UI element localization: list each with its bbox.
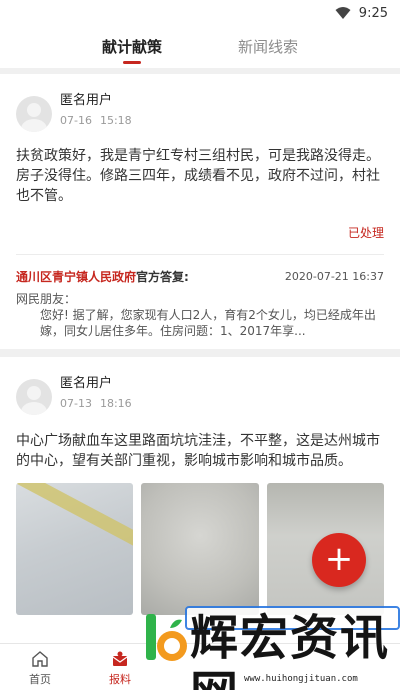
reply-org: 通川区青宁镇人民政府 — [16, 269, 137, 284]
nav-label: 报料 — [109, 673, 131, 686]
post-timestamp: 07-13 18:16 — [60, 397, 132, 410]
section-divider — [0, 349, 400, 357]
reply-greeting: 网民朋友： — [16, 292, 77, 306]
status-badge: 已处理 — [347, 226, 384, 240]
reply-title: 通川区青宁镇人民政府官方答复: — [16, 268, 189, 285]
post-time: 15:18 — [99, 114, 132, 127]
post-timestamp: 07-16 15:18 — [60, 114, 132, 127]
post-body: 中心广场献血车这里路面坑坑洼洼，不平整，这是达州城市的中心，望有关部门重视，影响… — [16, 433, 380, 469]
nav-item-home[interactable]: 首页 — [0, 644, 80, 690]
post-time: 18:16 — [99, 397, 132, 410]
reply-date: 2020-07-21 16:37 — [284, 269, 384, 283]
reply-body: 网民朋友： 您好! 据了解，您家现有人口2人，育有2个女儿，均已经成年出嫁，同女… — [16, 291, 384, 339]
post-meta: 匿名用户 07-16 15:18 — [60, 92, 132, 127]
watermark-url: www.huihongjituan.com — [244, 674, 358, 684]
post-photo[interactable] — [16, 483, 134, 615]
watermark-logo-icon — [146, 614, 187, 661]
post-date: 07-13 — [60, 397, 92, 410]
post-date: 07-16 — [60, 114, 92, 127]
reply-text: 您好! 据了解，您家现有人口2人，育有2个女儿，均已经成年出嫁，同女儿居住多年。… — [40, 308, 376, 338]
post-body: 扶贫政策好，我是青宁红专村三组村民，可是我路没得走。房子没得住。修路三四年，成绩… — [16, 148, 380, 204]
post-meta: 匿名用户 07-13 18:16 — [60, 375, 132, 410]
add-post-button[interactable]: + — [312, 533, 366, 587]
photo-detail — [16, 483, 134, 552]
report-icon — [112, 651, 128, 666]
post-username: 匿名用户 — [60, 376, 113, 391]
status-time: 9:25 — [358, 5, 388, 21]
nav-label: 首页 — [29, 673, 51, 686]
watermark: 辉宏资讯网 www.huihongjituan.com — [140, 598, 400, 690]
reply-suffix: 官方答复: — [136, 269, 189, 284]
avatar — [16, 379, 52, 415]
wifi-icon — [335, 7, 351, 19]
tab-news-leads[interactable]: 新闻线索 — [238, 26, 298, 68]
post-header: 匿名用户 07-13 18:16 — [16, 357, 384, 427]
tab-bar: 献计献策 新闻线索 — [0, 26, 400, 68]
official-reply[interactable]: 通川区青宁镇人民政府官方答复: 2020-07-21 16:37 网民朋友： 您… — [0, 255, 400, 347]
status-bar: 9:25 — [0, 0, 400, 26]
post-header: 匿名用户 07-16 15:18 — [16, 74, 384, 144]
tab-suggestions[interactable]: 献计献策 — [102, 26, 162, 68]
home-icon — [32, 651, 48, 667]
post-card[interactable]: 匿名用户 07-16 15:18 扶贫政策好，我是青宁红专村三组村民，可是我路没得… — [0, 74, 400, 246]
post-photo[interactable] — [141, 483, 259, 615]
reply-header: 通川区青宁镇人民政府官方答复: 2020-07-21 16:37 — [16, 265, 384, 287]
post-username: 匿名用户 — [60, 93, 113, 108]
avatar — [16, 96, 52, 132]
